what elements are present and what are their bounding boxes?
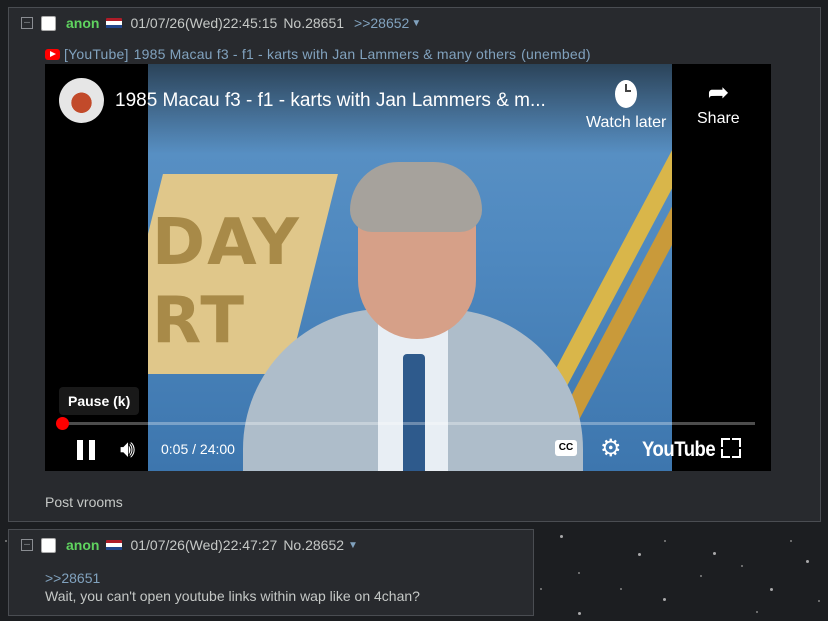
post-28652: – anon 01/07/26(Wed)22:47:27 No.28652 ▼ …: [8, 529, 534, 616]
embed-site[interactable]: [YouTube]: [64, 46, 129, 62]
embed-line: [YouTube] 1985 Macau f3 - f1 - karts wit…: [45, 46, 591, 62]
cc-icon[interactable]: CC: [555, 440, 577, 456]
volume-icon[interactable]: 🔊︎: [120, 436, 135, 464]
share-button[interactable]: ➦ Share: [697, 78, 740, 128]
video-title[interactable]: 1985 Macau f3 - f1 - karts with Jan Lamm…: [115, 90, 546, 112]
poster-name: anon: [66, 537, 100, 553]
post-info: – anon 01/07/26(Wed)22:45:15 No.28651 >>…: [21, 14, 421, 32]
progress-scrubber[interactable]: [56, 417, 70, 430]
watch-later-button[interactable]: Watch later: [586, 78, 666, 132]
post-comment: Post vrooms: [45, 494, 123, 510]
youtube-player[interactable]: DAY RT 1985 Macau f3 - f1 - karts with Ja…: [45, 64, 771, 471]
post-checkbox[interactable]: [41, 15, 56, 31]
gear-icon[interactable]: ⚙: [600, 434, 622, 463]
post-number[interactable]: No.28652: [283, 537, 344, 553]
post-28651: – anon 01/07/26(Wed)22:45:15 No.28651 >>…: [8, 7, 821, 522]
post-date: 01/07/26(Wed)22:47:27: [130, 537, 278, 553]
scene-sign-text: DAY RT: [152, 206, 301, 358]
minus-toggle-icon[interactable]: –: [21, 17, 33, 29]
quote-link[interactable]: >>28651: [45, 570, 100, 586]
fullscreen-icon[interactable]: [721, 438, 741, 458]
minus-toggle-icon[interactable]: –: [21, 539, 33, 551]
watch-later-label: Watch later: [586, 114, 667, 131]
pause-icon[interactable]: [77, 440, 95, 460]
netherlands-flag-icon: [106, 539, 123, 551]
netherlands-flag-icon: [106, 17, 123, 29]
poster-name: anon: [66, 15, 100, 31]
post-checkbox[interactable]: [41, 537, 56, 553]
share-label: Share: [697, 110, 740, 127]
youtube-icon: [45, 48, 60, 60]
post-date: 01/07/26(Wed)22:45:15: [130, 15, 278, 31]
unembed-link[interactable]: (unembed): [521, 46, 591, 62]
share-icon: ➦: [707, 77, 730, 107]
chevron-down-icon[interactable]: ▼: [411, 18, 421, 29]
post-comment: Wait, you can't open youtube links withi…: [45, 588, 420, 604]
post-info: – anon 01/07/26(Wed)22:47:27 No.28652 ▼: [21, 536, 358, 554]
pause-tooltip: Pause (k): [59, 387, 140, 415]
clock-icon: [615, 80, 638, 108]
post-number[interactable]: No.28651: [283, 15, 344, 31]
progress-bar[interactable]: [56, 417, 755, 430]
channel-avatar[interactable]: [59, 78, 104, 123]
youtube-logo[interactable]: YouTube: [642, 438, 716, 462]
chevron-down-icon[interactable]: ▼: [348, 540, 358, 551]
time-display: 0:05 / 24:00: [161, 441, 235, 457]
embed-title-link[interactable]: 1985 Macau f3 - f1 - karts with Jan Lamm…: [134, 46, 517, 62]
backlink[interactable]: >>28652: [354, 15, 409, 31]
